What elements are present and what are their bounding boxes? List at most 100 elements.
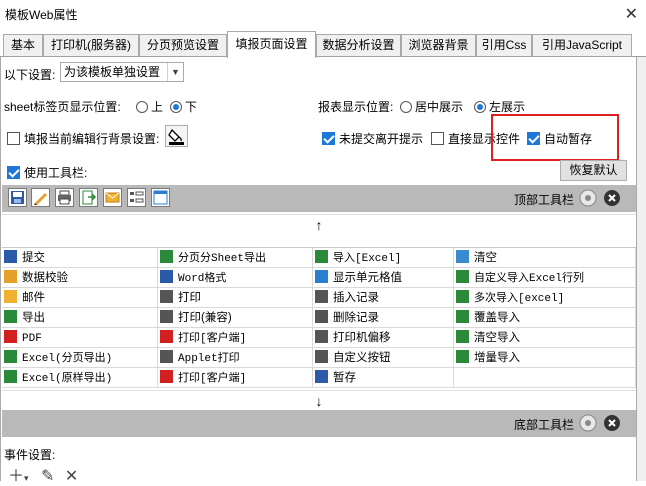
checkbox-checked-icon[interactable] [527, 132, 540, 145]
toolbar-grid-item[interactable]: 打印 [158, 288, 313, 308]
toolbar-grid-item[interactable]: 打印(兼容) [158, 308, 313, 328]
use-toolbar-option[interactable]: 使用工具栏: [7, 164, 87, 181]
toolbar-grid-item[interactable]: 分页分Sheet导出 [158, 248, 313, 268]
toolbar-grid-item[interactable]: PDF [2, 328, 158, 348]
printer-icon[interactable] [55, 188, 74, 207]
toolbar-grid-item[interactable]: 导入[Excel] [313, 248, 454, 268]
vertical-scrollbar[interactable] [637, 57, 646, 481]
toolbar-grid-item[interactable]: Applet打印 [158, 348, 313, 368]
restore-default-button[interactable]: 恢复默认 [560, 160, 627, 181]
toolbar-item-label: Excel(分页导出) [22, 353, 113, 365]
move-down-arrow[interactable]: ↓ [2, 390, 636, 410]
mail-icon[interactable] [103, 188, 122, 207]
close-icon[interactable]: ✕ [625, 4, 638, 24]
toolbar-item-label: 插入记录 [333, 292, 379, 304]
toolbar-grid-item[interactable]: 数据校验 [2, 268, 158, 288]
show-cell-icon[interactable] [151, 188, 170, 207]
toolbar-item-icon [315, 290, 328, 303]
toolbar-grid-item[interactable]: 增量导入 [454, 348, 636, 368]
tab-page-preview[interactable]: 分页预览设置 [139, 34, 227, 56]
toolbar-grid-item[interactable]: 插入记录 [313, 288, 454, 308]
unsubmitted-leave-option[interactable]: 未提交离开提示 [322, 130, 423, 147]
tab-css[interactable]: 引用Css [476, 34, 532, 56]
toolbar-item-label: 邮件 [22, 292, 45, 304]
toolbar-grid-item[interactable]: 打印机偏移 [313, 328, 454, 348]
toolbar-grid-item[interactable]: 覆盖导入 [454, 308, 636, 328]
toolbar-grid-item[interactable]: 删除记录 [313, 308, 454, 328]
delete-icon[interactable]: ✕ [65, 468, 78, 485]
tab-data-analysis[interactable]: 数据分析设置 [316, 34, 401, 56]
toolbar-grid-item[interactable]: 清空导入 [454, 328, 636, 348]
checkbox-checked-icon[interactable] [322, 132, 335, 145]
chevron-down-icon[interactable]: ▾ [24, 473, 29, 483]
toolbar-item-label: 清空 [474, 252, 497, 264]
tab-fill-page[interactable]: 填报页面设置 [227, 31, 316, 58]
toolbar-grid-item[interactable]: Excel(原样导出) [2, 368, 158, 388]
toolbar-grid-item[interactable]: 打印[客户端] [158, 328, 313, 348]
checkbox-icon[interactable] [7, 132, 20, 145]
toolbar-item-icon [456, 330, 469, 343]
use-toolbar-label: 使用工具栏: [24, 166, 88, 180]
toolbar-grid-item[interactable]: 自定义导入Excel行列 [454, 268, 636, 288]
toolbar-item-icon [160, 370, 173, 383]
toolbar-item-label: 自定义按钮 [333, 352, 391, 364]
radio-icon[interactable] [400, 101, 412, 113]
tab-browser-bg[interactable]: 浏览器背景 [401, 34, 476, 56]
toolbar-grid-item[interactable]: 显示单元格值 [313, 268, 454, 288]
checkbox-icon[interactable] [431, 132, 444, 145]
close-circle-icon[interactable] [602, 413, 622, 433]
close-circle-icon[interactable] [602, 188, 622, 208]
save-icon[interactable] [8, 188, 27, 207]
insert-record-icon[interactable] [127, 188, 146, 207]
report-pos-left-option[interactable]: 左展示 [474, 98, 525, 115]
paint-bucket-button[interactable] [165, 125, 188, 147]
toolbar-item-icon [456, 290, 469, 303]
sheet-pos-bottom-option[interactable]: 下 [170, 98, 197, 115]
add-icon[interactable]: ＋ [8, 468, 24, 485]
paint-bucket-icon [168, 128, 184, 145]
move-up-arrow[interactable]: ↑ [2, 214, 636, 234]
export-icon[interactable] [79, 188, 98, 207]
toolbar-item-icon [315, 310, 328, 323]
toolbar-item-icon [160, 290, 173, 303]
chevron-down-icon: ▼ [167, 63, 183, 81]
toolbar-grid-item[interactable]: 清空 [454, 248, 636, 268]
toolbar-item-icon [4, 310, 17, 323]
bottom-toolbar-strip: 底部工具栏 [2, 410, 636, 437]
tab-printer-server[interactable]: 打印机(服务器) [43, 34, 139, 56]
toolbar-grid-item[interactable]: 邮件 [2, 288, 158, 308]
toolbar-grid-item[interactable]: Word格式 [158, 268, 313, 288]
top-toolbar-strip: 顶部工具栏 [2, 185, 636, 212]
toolbar-grid-item[interactable]: 多次导入[excel] [454, 288, 636, 308]
toolbar-item-label: PDF [22, 333, 42, 345]
autosave-option[interactable]: 自动暂存 [527, 130, 592, 147]
radio-icon[interactable] [136, 101, 148, 113]
toolbar-item-label: 导入[Excel] [333, 253, 402, 265]
checkbox-checked-icon[interactable] [7, 166, 20, 179]
top-toolbar-label: 顶部工具栏 [514, 193, 575, 207]
toolbar-item-icon [456, 350, 469, 363]
direct-show-control-option[interactable]: 直接显示控件 [431, 130, 520, 147]
edit-icon[interactable]: ✎ [41, 468, 54, 485]
toolbar-grid-item[interactable]: 提交 [2, 248, 158, 268]
scope-select[interactable]: 为该模板单独设置 ▼ [60, 62, 184, 82]
gear-icon[interactable] [578, 413, 598, 433]
autosave-label: 自动暂存 [544, 132, 593, 146]
radio-selected-icon[interactable] [170, 101, 182, 113]
report-pos-left-label: 左展示 [489, 100, 526, 114]
tab-basic[interactable]: 基本 [3, 34, 43, 56]
toolbar-item-icon [4, 330, 17, 343]
edit-pencil-icon[interactable] [31, 188, 50, 207]
gear-icon[interactable] [578, 188, 598, 208]
sheet-pos-top-option[interactable]: 上 [136, 98, 163, 115]
tab-bar: 基本 打印机(服务器) 分页预览设置 填报页面设置 数据分析设置 浏览器背景 引… [0, 30, 646, 58]
radio-selected-icon[interactable] [474, 101, 486, 113]
toolbar-grid-item[interactable]: Excel(分页导出) [2, 348, 158, 368]
toolbar-grid-item[interactable]: 打印[客户端] [158, 368, 313, 388]
report-pos-center-option[interactable]: 居中展示 [400, 98, 463, 115]
toolbar-grid-item[interactable]: 自定义按钮 [313, 348, 454, 368]
toolbar-grid-item[interactable]: 暂存 [313, 368, 454, 388]
fill-row-bg-option[interactable]: 填报当前编辑行背景设置: [7, 130, 159, 147]
tab-javascript[interactable]: 引用JavaScript [532, 34, 632, 56]
toolbar-grid-item[interactable]: 导出 [2, 308, 158, 328]
